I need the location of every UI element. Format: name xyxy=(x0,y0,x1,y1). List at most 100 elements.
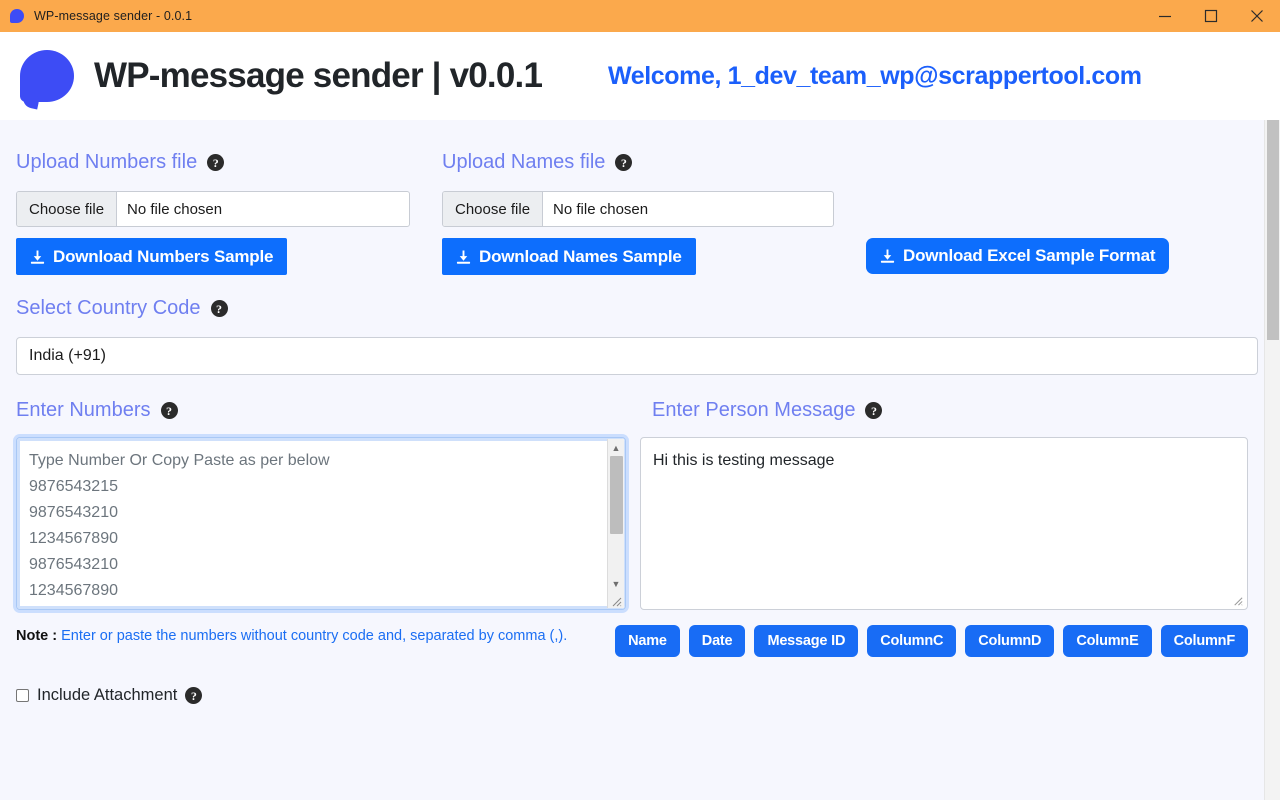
placeholder-tags-group: Name Date Message ID ColumnC ColumnD Col… xyxy=(615,625,1248,657)
names-download-col: Download Names Sample xyxy=(442,238,866,275)
tag-button-message-id[interactable]: Message ID xyxy=(754,625,859,657)
tag-button-columnc[interactable]: ColumnC xyxy=(867,625,957,657)
entry-fields-row: Type Number Or Copy Paste as per below 9… xyxy=(16,422,1248,610)
download-excel-sample-label: Download Excel Sample Format xyxy=(903,246,1156,265)
upload-numbers-label-group: Upload Numbers file ? xyxy=(16,151,442,174)
minimize-button[interactable] xyxy=(1142,0,1188,32)
names-file-status: No file chosen xyxy=(553,200,649,218)
chat-bubble-logo-icon xyxy=(20,50,74,102)
help-icon-enter-message[interactable]: ? xyxy=(865,402,883,419)
numbers-placeholder-line: 1234567890 xyxy=(29,582,118,599)
page-title: WP-message sender | v0.0.1 xyxy=(94,56,543,95)
help-icon-upload-numbers[interactable]: ? xyxy=(207,154,225,171)
tag-button-columnd[interactable]: ColumnD xyxy=(965,625,1055,657)
numbers-placeholder-line: 9876543210 xyxy=(29,556,118,573)
numbers-placeholder-line: 9876543210 xyxy=(29,504,118,521)
tag-button-columnf[interactable]: ColumnF xyxy=(1160,625,1248,657)
include-attachment-label: Include Attachment xyxy=(37,686,178,704)
enter-message-label-group: Enter Person Message ? xyxy=(652,399,883,422)
download-icon xyxy=(456,249,471,264)
resize-grip-icon[interactable] xyxy=(1231,594,1244,607)
excel-download-col: Download Excel Sample Format xyxy=(866,238,1170,274)
upload-names-label: Upload Names file ? xyxy=(442,151,866,174)
download-icon xyxy=(30,249,45,264)
scroll-down-arrow-icon[interactable]: ▼ xyxy=(608,575,625,592)
numbers-textarea-col: Type Number Or Copy Paste as per below 9… xyxy=(16,437,640,610)
numbers-placeholder-line: 1234567890 xyxy=(29,530,118,547)
download-icon xyxy=(880,249,895,263)
numbers-choose-file-button[interactable]: Choose file xyxy=(17,192,118,226)
window-controls xyxy=(1142,0,1280,32)
download-buttons-row: Download Numbers Sample Download Names S… xyxy=(16,227,1248,275)
download-numbers-sample-button[interactable]: Download Numbers Sample xyxy=(16,238,288,275)
upload-names-label-group: Upload Names file ? xyxy=(442,151,866,174)
message-textarea-col: Hi this is testing message xyxy=(640,437,1248,610)
numbers-textarea[interactable]: Type Number Or Copy Paste as per below 9… xyxy=(16,437,626,610)
welcome-message: Welcome, 1_dev_team_wp@scrappertool.com xyxy=(608,61,1142,90)
enter-numbers-label-text: Enter Numbers xyxy=(16,399,151,421)
help-icon-upload-names[interactable]: ? xyxy=(615,154,633,171)
country-code-label: Select Country Code ? xyxy=(16,297,1248,320)
window-titlebar: WP-message sender - 0.0.1 xyxy=(0,0,1280,32)
numbers-textarea-scrollbar[interactable]: ▲ ▼ xyxy=(607,439,624,608)
tag-button-date[interactable]: Date xyxy=(688,625,746,657)
enter-numbers-label: Enter Numbers ? xyxy=(16,399,652,422)
numbers-file-col: Choose file No file chosen xyxy=(16,191,442,227)
message-value: Hi this is testing message xyxy=(653,452,835,469)
numbers-note-prefix: Note : xyxy=(16,628,58,644)
numbers-placeholder-line: Type Number Or Copy Paste as per below xyxy=(29,452,330,469)
page-scrollbar-thumb[interactable] xyxy=(1267,120,1279,340)
country-code-select[interactable]: India (+91) xyxy=(16,337,1258,375)
upload-numbers-label: Upload Numbers file ? xyxy=(16,151,442,174)
app-icon xyxy=(10,9,24,23)
include-attachment-row[interactable]: Include Attachment ? xyxy=(16,686,1248,705)
entry-labels-row: Enter Numbers ? Enter Person Message ? xyxy=(16,375,1248,422)
numbers-file-status: No file chosen xyxy=(127,200,223,218)
enter-message-label-text: Enter Person Message xyxy=(652,399,856,421)
upload-numbers-label-text: Upload Numbers file xyxy=(16,151,198,173)
enter-numbers-label-group: Enter Numbers ? xyxy=(16,399,652,422)
app-header: WP-message sender | v0.0.1 Welcome, 1_de… xyxy=(0,32,1280,120)
main-scroll-area: Upload Numbers file ? Upload Names file … xyxy=(0,120,1280,800)
names-file-col: Choose file No file chosen xyxy=(442,191,866,227)
tag-button-columne[interactable]: ColumnE xyxy=(1063,625,1152,657)
close-icon xyxy=(1251,10,1263,22)
note-col: Note : Enter or paste the numbers withou… xyxy=(16,625,615,644)
message-textarea[interactable]: Hi this is testing message xyxy=(640,437,1248,610)
numbers-note: Note : Enter or paste the numbers withou… xyxy=(16,628,615,644)
numbers-download-col: Download Numbers Sample xyxy=(16,238,442,275)
numbers-textarea-wrap: Type Number Or Copy Paste as per below 9… xyxy=(16,437,640,610)
scroll-up-arrow-icon[interactable]: ▲ xyxy=(608,439,625,456)
maximize-icon xyxy=(1204,9,1218,23)
country-code-label-text: Select Country Code xyxy=(16,297,201,319)
message-textarea-wrap: Hi this is testing message xyxy=(640,437,1248,610)
help-icon-include-attachment[interactable]: ? xyxy=(185,687,203,704)
page-scrollbar[interactable] xyxy=(1264,120,1280,800)
minimize-icon xyxy=(1159,15,1171,18)
main-content: Upload Numbers file ? Upload Names file … xyxy=(0,120,1264,705)
download-numbers-sample-label: Download Numbers Sample xyxy=(53,246,274,266)
country-code-group: Select Country Code ? India (+91) xyxy=(16,275,1258,375)
resize-grip-icon[interactable] xyxy=(609,594,623,608)
close-button[interactable] xyxy=(1234,0,1280,32)
country-code-selected-value: India (+91) xyxy=(29,347,106,364)
window-title: WP-message sender - 0.0.1 xyxy=(34,9,193,23)
maximize-button[interactable] xyxy=(1188,0,1234,32)
names-file-input[interactable]: Choose file No file chosen xyxy=(442,191,834,227)
numbers-placeholder-line: 9876543215 xyxy=(29,478,118,495)
download-excel-sample-button[interactable]: Download Excel Sample Format xyxy=(866,238,1170,274)
download-names-sample-button[interactable]: Download Names Sample xyxy=(442,238,696,275)
help-icon-enter-numbers[interactable]: ? xyxy=(160,402,178,419)
upload-names-label-text: Upload Names file xyxy=(442,151,606,173)
note-and-tags-row: Note : Enter or paste the numbers withou… xyxy=(16,610,1248,657)
enter-message-label: Enter Person Message ? xyxy=(652,399,883,422)
help-icon-country-code[interactable]: ? xyxy=(210,300,228,317)
upload-labels-row: Upload Numbers file ? Upload Names file … xyxy=(16,120,1248,174)
file-inputs-row: Choose file No file chosen Choose file N… xyxy=(16,174,1248,227)
scrollbar-thumb[interactable] xyxy=(609,456,623,534)
numbers-file-input[interactable]: Choose file No file chosen xyxy=(16,191,410,227)
names-choose-file-button[interactable]: Choose file xyxy=(443,192,544,226)
include-attachment-checkbox[interactable] xyxy=(16,689,29,702)
numbers-note-text: Enter or paste the numbers without count… xyxy=(57,628,568,644)
tag-button-name[interactable]: Name xyxy=(615,625,680,657)
